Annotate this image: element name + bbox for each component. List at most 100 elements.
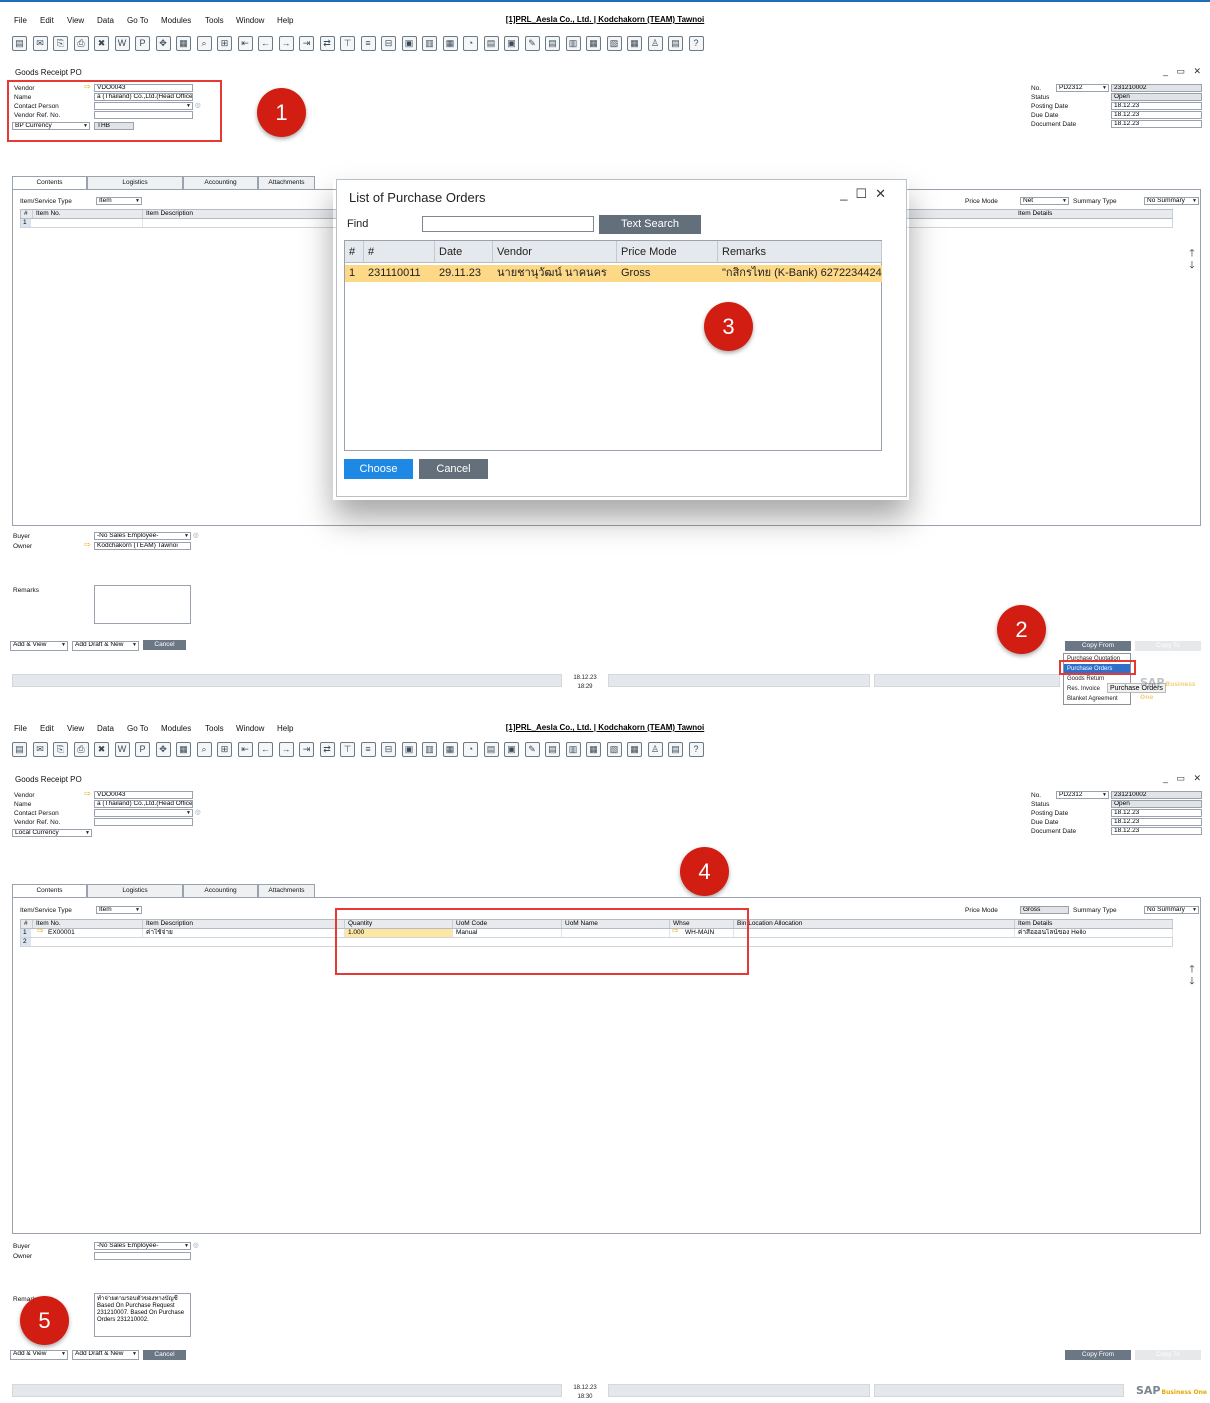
sort-icon[interactable]: ≡ <box>360 36 376 51</box>
form-icon[interactable]: ▦ <box>176 742 191 757</box>
tab-logistics[interactable]: Logistics <box>87 176 183 189</box>
email-icon[interactable]: ⎙ <box>73 36 89 51</box>
tab-attachments[interactable]: Attachments <box>258 176 315 189</box>
query-icon[interactable]: ▤ <box>668 36 683 51</box>
base-doc-icon[interactable]: ⇄ <box>319 742 335 757</box>
print-icon[interactable]: ✉ <box>32 742 48 757</box>
doc-d-icon[interactable]: ▤ <box>545 36 560 51</box>
cell-item-description[interactable] <box>143 219 343 227</box>
move-icon[interactable]: ✥ <box>155 742 171 757</box>
tab-contents[interactable]: Contents <box>12 176 87 189</box>
filter-icon[interactable]: ⊤ <box>340 36 355 51</box>
copy-from-button[interactable]: Copy From <box>1065 1350 1131 1360</box>
cell-item-no[interactable] <box>33 219 143 227</box>
col-rownum[interactable]: # <box>21 920 33 928</box>
chart-icon[interactable]: ◔ <box>463 742 478 757</box>
form-window-controls[interactable]: _ ▭ ✕ <box>1163 773 1204 784</box>
pdf-icon[interactable]: P <box>135 742 150 757</box>
form-icon[interactable]: ▦ <box>176 36 191 51</box>
excel-icon[interactable]: ✖ <box>94 742 109 757</box>
user-icon[interactable]: ♙ <box>647 742 663 757</box>
last-icon[interactable]: ⇥ <box>299 742 314 757</box>
col-item-no[interactable]: Item No. <box>33 920 143 928</box>
item-type-dropdown[interactable]: Item <box>96 906 142 914</box>
owner-field[interactable]: Kodchakorn (TEAM) Tawnoi <box>94 542 191 550</box>
row-move-arrows-icon[interactable]: 🡑 🡓 <box>1186 964 1198 988</box>
tab-logistics[interactable]: Logistics <box>87 884 183 897</box>
remarks-textarea[interactable] <box>94 585 191 624</box>
base-doc-icon[interactable]: ⇄ <box>319 36 335 51</box>
next-icon[interactable]: → <box>278 36 294 51</box>
add-draft-new-button[interactable]: Add Draft & New <box>72 1350 139 1360</box>
add-view-button[interactable]: Add & View <box>10 1350 68 1360</box>
copy-from-button[interactable]: Copy From <box>1065 641 1131 651</box>
prev-icon[interactable]: ← <box>258 36 273 51</box>
summary-type-dropdown[interactable]: No Summary <box>1144 197 1199 205</box>
query-icon[interactable]: ▤ <box>668 742 683 757</box>
due-date-field[interactable]: 18.12.23 <box>1111 111 1202 119</box>
cell-item-description[interactable]: ค่าใช้จ่าย <box>143 929 345 937</box>
copy-to-button[interactable]: Copy To <box>1135 1350 1201 1360</box>
tab-accounting[interactable]: Accounting <box>183 176 258 189</box>
help-icon[interactable]: ? <box>688 36 704 51</box>
cell-item-details[interactable]: ค่าสื่อออนไลน์ของ Hello <box>1015 929 1173 937</box>
journal-icon[interactable]: ▤ <box>483 742 499 757</box>
contact-person-dropdown[interactable] <box>94 809 193 817</box>
doc-b-icon[interactable]: ▥ <box>422 742 437 757</box>
document-date-field[interactable]: 18.12.23 <box>1111 120 1202 128</box>
find-icon[interactable]: ⌕ <box>196 36 212 51</box>
remarks-textarea[interactable]: ทำจ่ายตามรอบตัวของทางบัญชี Based On Purc… <box>94 1293 191 1337</box>
close-icon[interactable]: ✕ <box>875 186 894 201</box>
doc-c-icon[interactable]: ▦ <box>442 36 458 51</box>
info-icon[interactable]: ◎ <box>193 1241 199 1249</box>
first-icon[interactable]: ⇤ <box>237 742 253 757</box>
add-icon[interactable]: ⊞ <box>217 36 232 51</box>
item-type-dropdown[interactable]: Item <box>96 197 142 205</box>
col-item-description[interactable]: Item Description <box>143 210 343 218</box>
move-icon[interactable]: ✥ <box>155 36 171 51</box>
link-arrow-icon[interactable]: ⇨ <box>84 540 91 549</box>
edit-icon[interactable]: ✎ <box>524 742 540 757</box>
dialog-window-controls[interactable]: _☐✕ <box>840 186 894 202</box>
dialog-cancel-button[interactable]: Cancel <box>419 459 488 479</box>
info-icon[interactable]: ◎ <box>193 531 199 539</box>
doc-d-icon[interactable]: ▤ <box>545 742 560 757</box>
col-rownum[interactable]: # <box>21 210 33 218</box>
doc-c-icon[interactable]: ▦ <box>442 742 458 757</box>
tree-icon[interactable]: ⊟ <box>381 36 396 51</box>
doc-g-icon[interactable]: ▧ <box>606 36 622 51</box>
settings-icon[interactable]: ▣ <box>504 36 519 51</box>
tab-attachments[interactable]: Attachments <box>258 884 315 897</box>
doc-g-icon[interactable]: ▧ <box>606 742 622 757</box>
sort-icon[interactable]: ≡ <box>360 742 376 757</box>
col-item-description[interactable]: Item Description <box>143 920 345 928</box>
add-icon[interactable]: ⊞ <box>217 742 232 757</box>
info-icon[interactable]: ◎ <box>195 808 201 816</box>
text-search-button[interactable]: Text Search <box>599 215 701 234</box>
doc-f-icon[interactable]: ▦ <box>586 36 601 51</box>
vendor-field[interactable]: VDO0043 <box>94 791 193 799</box>
table-row[interactable]: 1 231110011 29.11.23 นายชานุวัฒน์ นาคนคร… <box>345 265 882 282</box>
document-date-field[interactable]: 18.12.23 <box>1111 827 1202 835</box>
row-move-arrows-icon[interactable]: 🡑 🡓 <box>1186 248 1198 272</box>
menu-item-blanket-agreement[interactable]: Blanket Agreement <box>1064 694 1130 704</box>
col-remarks[interactable]: Remarks <box>718 241 882 263</box>
col-doc-number[interactable]: # <box>364 241 435 263</box>
copy-to-button[interactable]: Copy To <box>1135 641 1201 651</box>
calc-icon[interactable]: ▦ <box>627 36 642 51</box>
add-draft-new-button[interactable]: Add Draft & New <box>72 641 139 651</box>
export-icon[interactable]: ⎘ <box>53 36 68 51</box>
buyer-dropdown[interactable]: -No Sales Employee- <box>94 1242 191 1250</box>
col-bin-location[interactable]: Bin Location Allocation <box>734 920 1015 928</box>
col-item-details[interactable]: Item Details <box>1015 210 1173 218</box>
col-vendor[interactable]: Vendor <box>493 241 617 263</box>
preview-icon[interactable]: ▤ <box>12 742 27 757</box>
tab-accounting[interactable]: Accounting <box>183 884 258 897</box>
tree-icon[interactable]: ⊟ <box>381 742 396 757</box>
posting-date-field[interactable]: 18.12.23 <box>1111 102 1202 110</box>
doc-a-icon[interactable]: ▣ <box>401 36 417 51</box>
chart-icon[interactable]: ◔ <box>463 36 478 51</box>
currency-dropdown[interactable]: Local Currency <box>12 829 92 837</box>
cancel-button[interactable]: Cancel <box>143 640 186 650</box>
email-icon[interactable]: ⎙ <box>73 742 89 757</box>
